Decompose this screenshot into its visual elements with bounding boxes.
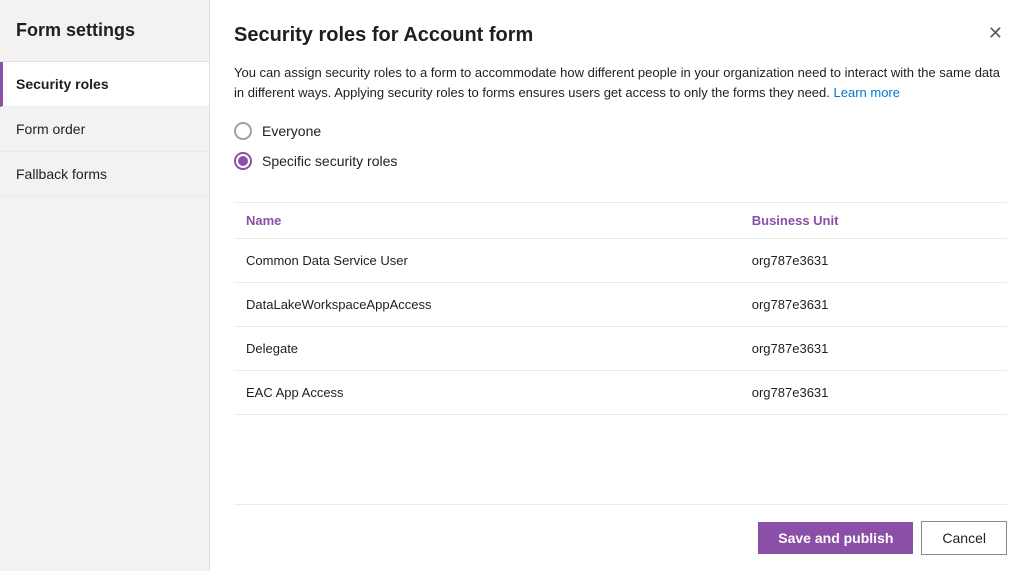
table-row: Delegate org787e3631 xyxy=(234,327,1007,371)
sidebar-item-form-order[interactable]: Form order xyxy=(0,107,209,152)
table-row: DataLakeWorkspaceAppAccess org787e3631 xyxy=(234,283,1007,327)
sidebar: Form settings Security roles Form order … xyxy=(0,0,210,571)
table-body: Common Data Service User org787e3631 Dat… xyxy=(234,239,1007,415)
table-row: Common Data Service User org787e3631 xyxy=(234,239,1007,283)
roles-table-wrapper[interactable]: Name Business Unit Common Data Service U… xyxy=(234,202,1007,505)
row-name: Common Data Service User xyxy=(234,239,740,283)
radio-everyone-circle xyxy=(234,122,252,140)
row-business-unit: org787e3631 xyxy=(740,239,1007,283)
col-name: Name xyxy=(234,203,740,239)
learn-more-link[interactable]: Learn more xyxy=(834,85,900,100)
close-button[interactable]: ✕ xyxy=(984,24,1007,42)
row-name: EAC App Access xyxy=(234,371,740,415)
row-business-unit: org787e3631 xyxy=(740,283,1007,327)
radio-specific-circle xyxy=(234,152,252,170)
col-business-unit: Business Unit xyxy=(740,203,1007,239)
radio-specific-label: Specific security roles xyxy=(262,153,397,169)
table-header: Name Business Unit xyxy=(234,203,1007,239)
radio-group: Everyone Specific security roles xyxy=(234,122,1007,182)
main-content: Security roles for Account form ✕ You ca… xyxy=(210,0,1031,571)
dialog-title: Security roles for Account form xyxy=(234,24,533,47)
footer: Save and publish Cancel xyxy=(234,505,1007,571)
row-name: Delegate xyxy=(234,327,740,371)
row-name: DataLakeWorkspaceAppAccess xyxy=(234,283,740,327)
sidebar-item-security-roles[interactable]: Security roles xyxy=(0,62,209,107)
radio-specific[interactable]: Specific security roles xyxy=(234,152,1007,170)
table-row: EAC App Access org787e3631 xyxy=(234,371,1007,415)
radio-everyone[interactable]: Everyone xyxy=(234,122,1007,140)
cancel-button[interactable]: Cancel xyxy=(921,521,1007,555)
row-business-unit: org787e3631 xyxy=(740,371,1007,415)
sidebar-item-fallback-forms[interactable]: Fallback forms xyxy=(0,152,209,197)
row-business-unit: org787e3631 xyxy=(740,327,1007,371)
radio-everyone-label: Everyone xyxy=(262,123,321,139)
description-text: You can assign security roles to a form … xyxy=(234,63,1007,102)
roles-table: Name Business Unit Common Data Service U… xyxy=(234,203,1007,415)
sidebar-title: Form settings xyxy=(0,0,209,62)
dialog-header: Security roles for Account form ✕ xyxy=(234,24,1007,47)
save-and-publish-button[interactable]: Save and publish xyxy=(758,522,913,554)
